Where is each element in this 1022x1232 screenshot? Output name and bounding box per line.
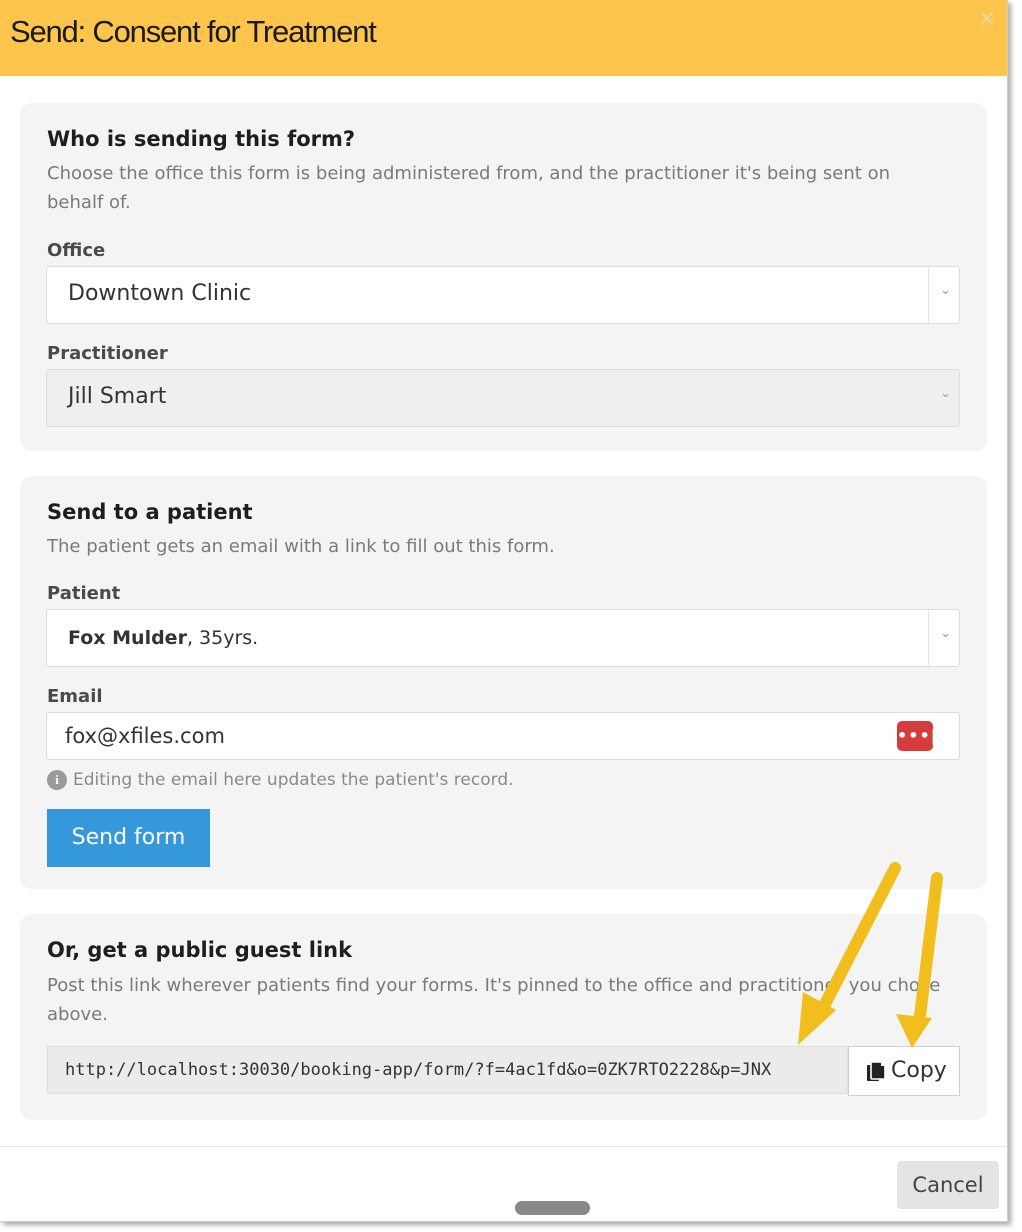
guest-link-url: http://localhost:30030/booking-app/form/… [65,1060,772,1080]
password-manager-icon[interactable]: •••| [897,721,937,751]
email-value: fox@xfiles.com [65,724,225,748]
email-hint-text: Editing the email here updates the patie… [73,770,514,790]
copy-label: Copy [891,1058,947,1083]
send-form-modal: Send: Consent for Treatment × Who is sen… [0,0,1008,1222]
office-select[interactable]: Downtown Clinic ⌄ [46,266,960,324]
patient-section-description: The patient gets an email with a link to… [47,536,555,557]
email-field[interactable]: fox@xfiles.com •••| [46,712,960,760]
guest-link-description: Post this link wherever patients find yo… [47,975,941,1025]
patient-label: Patient [47,583,121,604]
sender-card: Who is sending this form? Choose the off… [20,103,987,451]
sender-description: Choose the office this form is being adm… [47,163,890,213]
cancel-button[interactable]: Cancel [897,1161,999,1209]
office-label: Office [47,240,106,261]
chevron-down-icon: ⌄ [940,283,951,298]
send-form-button[interactable]: Send form [47,809,210,867]
select-divider [928,267,929,323]
email-hint: i Editing the email here updates the pati… [47,770,514,790]
practitioner-value: Jill Smart [68,384,167,409]
email-label: Email [47,686,103,707]
footer-divider [0,1146,1007,1147]
guest-link-field[interactable]: http://localhost:30030/booking-app/form/… [47,1046,848,1094]
patient-age: , 35yrs. [186,627,259,649]
select-divider [928,610,929,666]
modal-header: Send: Consent for Treatment × [0,0,1007,76]
practitioner-select[interactable]: Jill Smart ⌄ [46,369,960,427]
sender-title: Who is sending this form? [47,127,356,151]
patient-select[interactable]: Fox Mulder, 35yrs. ⌄ [46,609,960,667]
patient-value: Fox Mulder, 35yrs. [68,627,258,649]
guest-link-title: Or, get a public guest link [47,938,353,962]
chevron-down-icon: ⌄ [940,386,951,401]
close-icon[interactable]: × [978,6,996,31]
patient-section-title: Send to a patient [47,500,253,524]
patient-name: Fox Mulder [68,627,187,649]
patient-card: Send to a patient The patient gets an em… [20,476,987,889]
office-value: Downtown Clinic [68,281,252,306]
copy-button[interactable]: Copy [848,1046,960,1096]
scrollbar-handle[interactable] [515,1201,590,1215]
info-icon: i [47,770,67,790]
chevron-down-icon: ⌄ [940,626,951,641]
copy-icon [867,1061,886,1081]
modal-title: Send: Consent for Treatment [10,14,377,49]
guest-link-card: Or, get a public guest link Post this li… [20,914,987,1120]
practitioner-label: Practitioner [47,343,168,364]
